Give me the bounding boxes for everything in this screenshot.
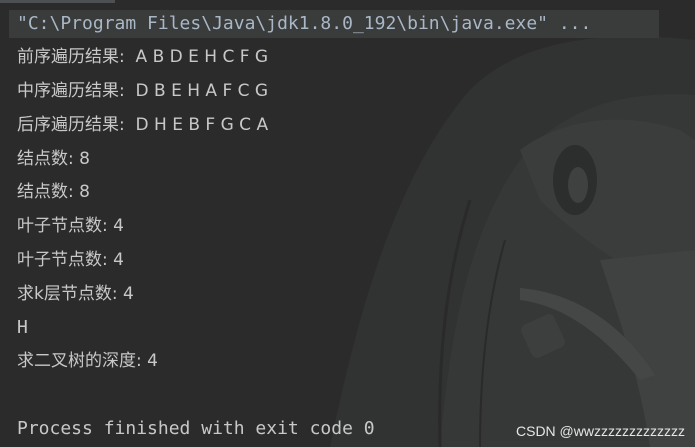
preorder-result-line: 前序遍历结果: A B D E H C F G bbox=[17, 47, 269, 67]
find-result-line: H bbox=[17, 317, 28, 338]
node-count-line: 结点数: 8 bbox=[17, 149, 90, 169]
inorder-result-line: 中序遍历结果: D B E H A F C G bbox=[17, 81, 269, 101]
leaf-count-line: 叶子节点数: 4 bbox=[17, 216, 124, 236]
horizontal-scroll-indicator[interactable] bbox=[0, 0, 115, 3]
postorder-result-line: 后序遍历结果: D H E B F G C A bbox=[17, 115, 269, 135]
tree-depth-line: 求二叉树的深度: 4 bbox=[17, 351, 158, 371]
process-exit-line: Process finished with exit code 0 bbox=[17, 418, 375, 439]
node-count-line: 结点数: 8 bbox=[17, 182, 90, 202]
leaf-count-line: 叶子节点数: 4 bbox=[17, 250, 124, 270]
run-console[interactable]: "C:\Program Files\Java\jdk1.8.0_192\bin\… bbox=[0, 0, 695, 447]
csdn-watermark: CSDN @wwzzzzzzzzzzzzz bbox=[516, 423, 685, 439]
command-line: "C:\Program Files\Java\jdk1.8.0_192\bin\… bbox=[9, 10, 659, 38]
k-level-count-line: 求k层节点数: 4 bbox=[17, 284, 134, 304]
